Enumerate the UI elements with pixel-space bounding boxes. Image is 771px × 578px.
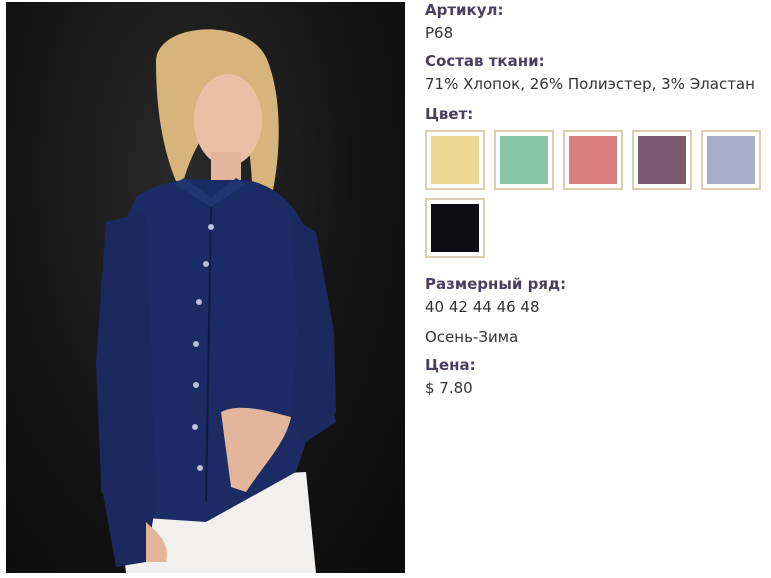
model-shirt-illustration (96, 29, 336, 573)
black-swatch-fill (431, 204, 479, 252)
yellow-swatch-fill (431, 136, 479, 184)
color-swatch-lavender[interactable] (701, 130, 761, 190)
color-swatch-yellow[interactable] (425, 130, 485, 190)
product-photo (6, 2, 405, 573)
mint-swatch-fill (500, 136, 548, 184)
article-value: P68 (425, 24, 454, 42)
fabric-value: 71% Хлопок, 26% Полиэстер, 3% Эластан (425, 75, 755, 93)
sizes-label: Размерный ряд: (425, 275, 567, 293)
color-swatch-black[interactable] (425, 198, 485, 258)
sizes-value: 40 42 44 46 48 (425, 298, 540, 316)
plum-swatch-fill (638, 136, 686, 184)
season-value: Осень-Зима (425, 328, 519, 346)
coral-swatch-fill (569, 136, 617, 184)
color-swatch-plum[interactable] (632, 130, 692, 190)
price-value: $ 7.80 (425, 379, 473, 397)
article-label: Артикул: (425, 1, 504, 19)
color-swatch-mint[interactable] (494, 130, 554, 190)
price-label: Цена: (425, 356, 476, 374)
lavender-swatch-fill (707, 136, 755, 184)
color-swatches (425, 130, 770, 266)
fabric-label: Состав ткани: (425, 52, 545, 70)
color-swatch-coral[interactable] (563, 130, 623, 190)
color-label: Цвет: (425, 105, 474, 123)
